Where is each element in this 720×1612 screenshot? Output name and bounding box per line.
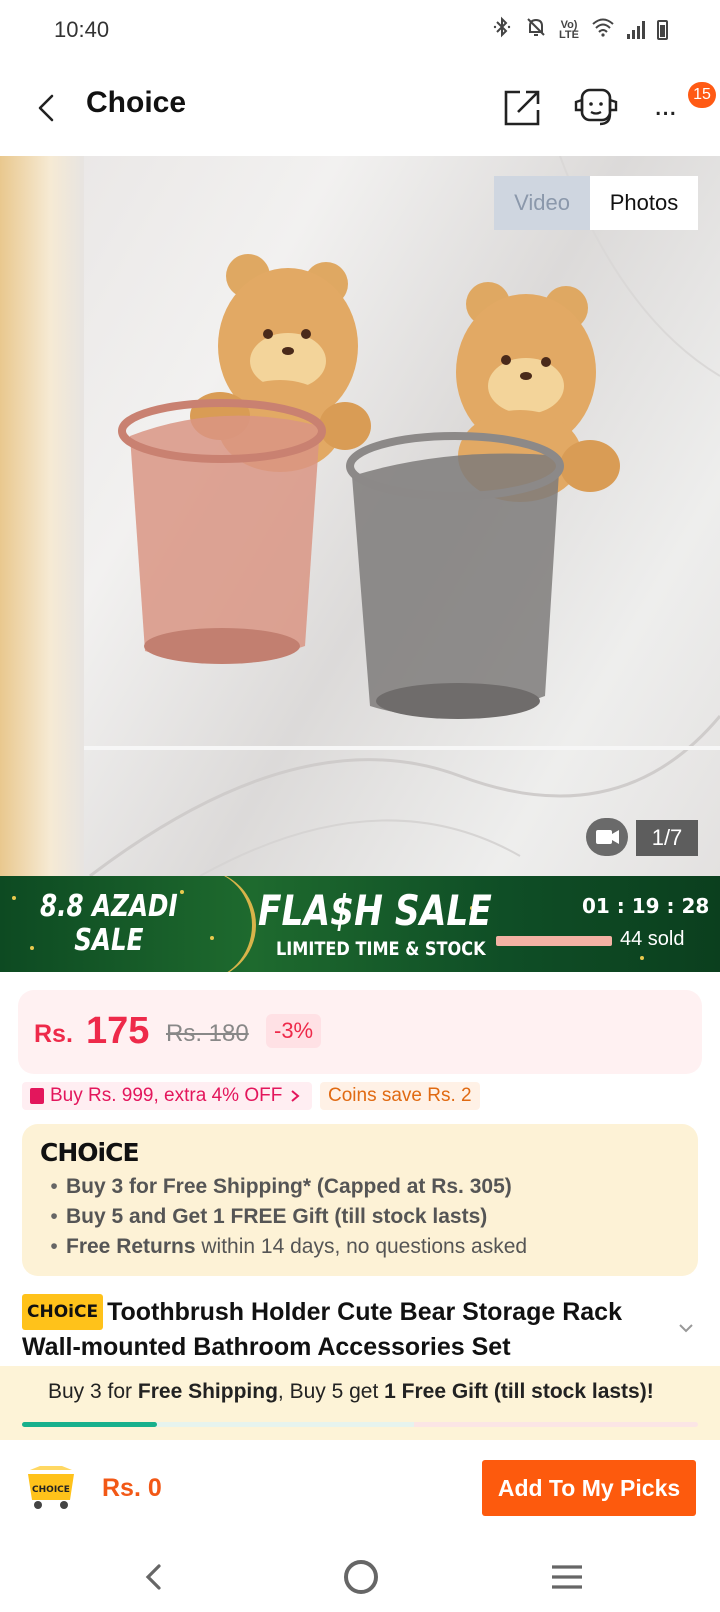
event-line2: SALE (74, 923, 144, 958)
benefit-item: Free Returns within 14 days, no question… (42, 1232, 527, 1262)
wifi-icon (591, 17, 615, 43)
promo-strip[interactable]: Buy 3 for Free Shipping, Buy 5 get 1 Fre… (0, 1366, 720, 1440)
notification-badge: 15 (688, 82, 716, 108)
coins-chip[interactable]: Coins save Rs. 2 (320, 1082, 480, 1110)
countdown-timer: 01 : 19 : 28 (582, 894, 710, 918)
volte-icon: Vo) LTE (559, 20, 579, 41)
choice-logo: CHOiCE (40, 1138, 140, 1167)
nav-home-button[interactable] (344, 1560, 378, 1594)
share-button[interactable] (502, 84, 542, 128)
status-time: 10:40 (54, 17, 110, 42)
sold-count: 44 sold (620, 928, 685, 950)
promo-progress-bar (22, 1422, 698, 1427)
choice-benefits-list: Buy 3 for Free Shipping* (Capped at Rs. … (42, 1172, 527, 1262)
add-to-picks-button[interactable]: Add To My Picks (482, 1460, 696, 1516)
decorative-arc (196, 876, 256, 972)
bluetooth-icon (491, 16, 513, 44)
price-currency: Rs. (34, 1020, 73, 1048)
share-icon (504, 90, 540, 126)
page-title: Choice (86, 86, 187, 119)
tab-photos[interactable]: Photos (590, 176, 698, 230)
choice-cart-icon[interactable]: CHOICE (24, 1462, 78, 1510)
system-nav-bar (0, 1540, 720, 1612)
mute-icon (525, 16, 547, 44)
svg-text:CHOICE: CHOICE (32, 1485, 70, 1495)
back-button[interactable] (30, 90, 66, 126)
image-counter: 1/7 (636, 820, 698, 856)
status-bar: 10:40 Vo) LTE (0, 0, 720, 60)
promo-progress-fill (22, 1422, 158, 1427)
top-app-bar: Choice ... (0, 60, 720, 156)
coupon-label: Buy Rs. 999, extra 4% OFF (50, 1085, 283, 1106)
flash-sale-subtitle: LIMITED TIME & STOCK (276, 938, 486, 960)
price-card: Rs. 175 Rs. 180 -3% (18, 990, 702, 1074)
tab-video[interactable]: Video (494, 176, 590, 230)
customer-service-button[interactable] (572, 84, 622, 128)
flash-sale-title: FLA$H SALE (258, 886, 492, 935)
product-title-text: Toothbrush Holder Cute Bear Storage Rack… (22, 1298, 622, 1361)
product-image-gallery[interactable]: Video Photos 1/7 (0, 156, 720, 876)
coupon-icon (30, 1088, 44, 1104)
benefit-item: Buy 3 for Free Shipping* (Capped at Rs. … (42, 1172, 527, 1202)
event-name: 8.8 AZADI SALE (40, 890, 178, 958)
benefit-item: Buy 5 and Get 1 FREE Gift (till stock la… (42, 1202, 527, 1232)
flash-sale-banner[interactable]: 8.8 AZADI SALE FLA$H SALE LIMITED TIME &… (0, 876, 720, 972)
choice-benefits-box[interactable]: CHOiCE Buy 3 for Free Shipping* (Capped … (22, 1124, 698, 1276)
sold-progress-bar (496, 936, 612, 946)
event-line1: 8.8 AZADI (40, 889, 178, 924)
video-camera-icon[interactable] (586, 818, 628, 856)
volte-bottom: LTE (559, 29, 579, 41)
support-agent-icon (574, 88, 618, 126)
status-icons: Vo) LTE (491, 16, 668, 44)
discount-badge: -3% (266, 1014, 322, 1048)
original-price: Rs. 180 (166, 1020, 249, 1047)
chevron-down-icon[interactable] (676, 1318, 696, 1338)
chevron-left-icon (38, 94, 54, 122)
menu-icon (552, 1565, 582, 1589)
nav-recents-button[interactable] (550, 1564, 584, 1590)
chevron-right-icon (291, 1090, 300, 1102)
price-amount: 175 (86, 1010, 150, 1052)
battery-icon (657, 20, 668, 40)
picks-total: Rs. 0 (102, 1474, 162, 1502)
store-coupon-chip[interactable]: Buy Rs. 999, extra 4% OFF (22, 1082, 313, 1110)
product-title[interactable]: CHOiCE Toothbrush Holder Cute Bear Storag… (22, 1294, 682, 1364)
nav-back-icon (145, 1564, 161, 1590)
bottom-action-bar: CHOICE Rs. 0 Add To My Picks (0, 1440, 720, 1540)
grey-cup (346, 432, 564, 719)
pink-cup (118, 399, 326, 664)
nav-back-button[interactable] (140, 1562, 170, 1592)
wall-shelf-line (84, 746, 720, 750)
product-photo (89, 156, 720, 876)
choice-tag: CHOiCE (22, 1294, 104, 1330)
signal-icon (627, 21, 645, 39)
promo-text: Buy 3 for Free Shipping, Buy 5 get 1 Fre… (48, 1380, 654, 1403)
